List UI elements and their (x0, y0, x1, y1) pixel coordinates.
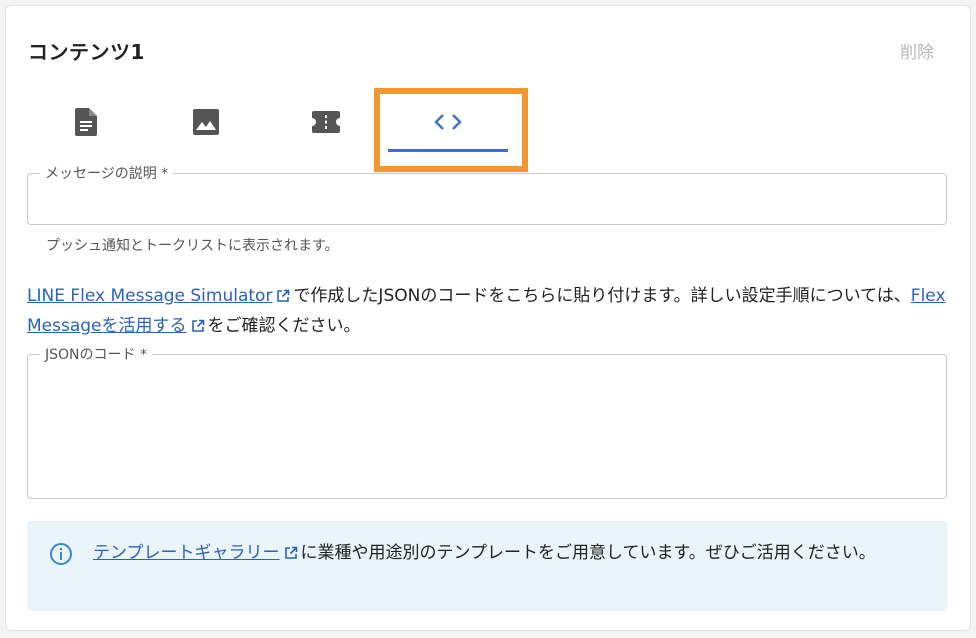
external-link-icon (284, 541, 298, 569)
message-description-input[interactable] (38, 184, 936, 216)
code-icon (434, 113, 462, 131)
flex-simulator-link[interactable]: LINE Flex Message Simulator (27, 286, 272, 306)
template-gallery-info: テンプレートギャラリー に業種や用途別のテンプレートをご用意しています。ぜひご活用… (27, 521, 947, 611)
message-description-field[interactable]: メッセージの説明 * (27, 163, 947, 225)
tab-coupon[interactable] (266, 92, 386, 152)
instructions-text-1: で作成したJSONのコードをこちらに貼り付けます。詳しい設定手順については、 (293, 286, 911, 306)
coupon-ticket-icon (312, 111, 340, 133)
instructions-text: LINE Flex Message Simulator で作成したJSONのコード… (27, 282, 957, 342)
info-text: テンプレートギャラリー に業種や用途別のテンプレートをご用意しています。ぜひご活用… (93, 539, 933, 569)
instructions-text-2: をご確認ください。 (207, 316, 361, 336)
content-title: コンテンツ1 (28, 40, 145, 64)
json-code-field[interactable]: JSONのコード * (27, 344, 947, 499)
delete-button[interactable]: 削除 (900, 38, 934, 63)
document-icon (75, 108, 97, 136)
info-body-text: に業種や用途別のテンプレートをご用意しています。ぜひご活用ください。 (300, 543, 876, 563)
message-description-label: メッセージの説明 * (40, 163, 174, 183)
info-icon (49, 542, 73, 570)
template-gallery-link[interactable]: テンプレートギャラリー (93, 543, 280, 563)
tab-json-code[interactable] (388, 92, 508, 152)
message-description-helper: プッシュ通知とトークリストに表示されます。 (46, 238, 339, 254)
image-icon (193, 109, 219, 135)
json-code-textarea[interactable] (38, 365, 936, 490)
tab-image[interactable] (146, 92, 266, 152)
external-link-icon (191, 314, 205, 342)
active-tab-indicator (388, 149, 508, 152)
content-card: コンテンツ1 削除 メッセージの説明 * プッシュ通知とトークリストに表示されま… (5, 5, 971, 631)
tab-text[interactable] (26, 92, 146, 152)
json-code-label: JSONのコード * (40, 344, 152, 364)
external-link-icon (276, 284, 290, 312)
